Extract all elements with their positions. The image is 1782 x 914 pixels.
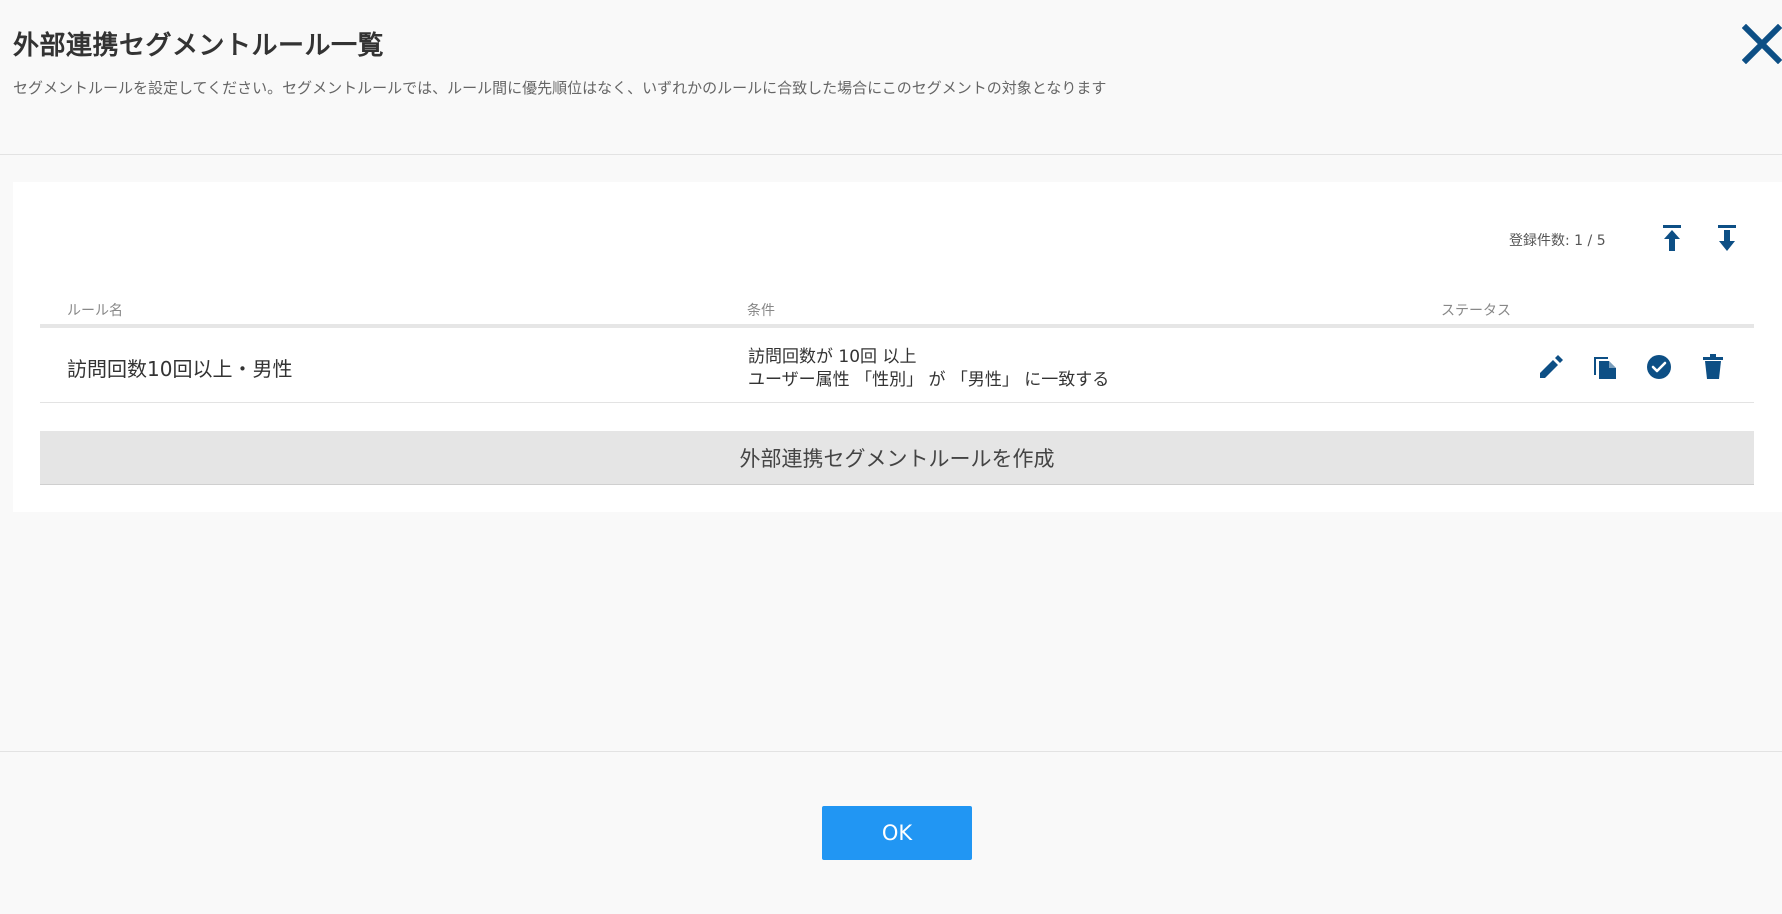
close-button[interactable] <box>1741 23 1782 68</box>
page-title: 外部連携セグメントルール一覧 <box>13 31 385 61</box>
delete-button[interactable] <box>1698 352 1728 382</box>
rule-name: 訪問回数10回以上・男性 <box>67 357 293 381</box>
move-to-top-button[interactable] <box>1657 223 1687 253</box>
copy-button[interactable] <box>1590 352 1620 382</box>
check-circle-icon <box>1647 355 1671 379</box>
move-to-top-icon <box>1663 225 1681 251</box>
ok-button[interactable]: OK <box>822 806 972 860</box>
dialog-header: 外部連携セグメントルール一覧 セグメントルールを設定してください。セグメントルー… <box>0 0 1782 155</box>
move-to-bottom-button[interactable] <box>1712 223 1742 253</box>
edit-button[interactable] <box>1536 352 1566 382</box>
page-subtitle: セグメントルールを設定してください。セグメントルールでは、ルール間に優先順位はな… <box>13 79 1107 97</box>
copy-icon <box>1594 357 1616 379</box>
move-to-bottom-icon <box>1718 225 1736 251</box>
condition-line: ユーザー属性 「性別」 が 「男性」 に一致する <box>748 370 1110 390</box>
column-header-rule-name: ルール名 <box>67 303 123 319</box>
condition-line: 訪問回数が 10回 以上 <box>748 347 917 367</box>
footer-divider <box>0 751 1782 752</box>
status-button[interactable] <box>1644 352 1674 382</box>
column-header-status: ステータス <box>1441 303 1511 319</box>
column-header-condition: 条件 <box>747 303 775 319</box>
pencil-icon <box>1540 355 1563 378</box>
close-icon <box>1741 23 1782 65</box>
record-count: 登録件数: 1 / 5 <box>1509 233 1606 249</box>
trash-icon <box>1703 354 1723 379</box>
create-rule-button[interactable]: 外部連携セグメントルールを作成 <box>40 431 1754 485</box>
